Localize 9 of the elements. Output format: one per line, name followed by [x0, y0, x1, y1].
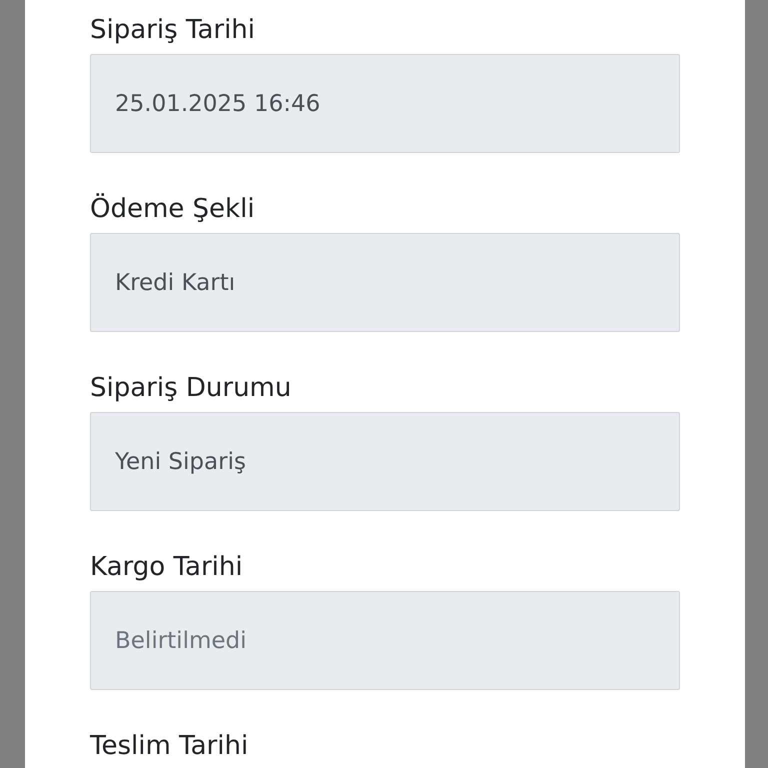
field-label: Ödeme Şekli — [90, 192, 255, 226]
field-label: Kargo Tarihi — [90, 551, 243, 584]
field-label: Teslim Tarihi — [90, 730, 248, 763]
input-field[interactable]: 25.01.2025 16:46 — [90, 54, 680, 153]
input-field[interactable]: Yeni Sipariş — [90, 412, 680, 511]
input-field[interactable]: Belirtilmedi — [90, 591, 680, 690]
field-label: Sipariş Durumu — [90, 372, 292, 405]
field-label: Sipariş Tarihi — [90, 14, 256, 47]
input-field[interactable]: Kredi Kartı — [90, 233, 680, 332]
